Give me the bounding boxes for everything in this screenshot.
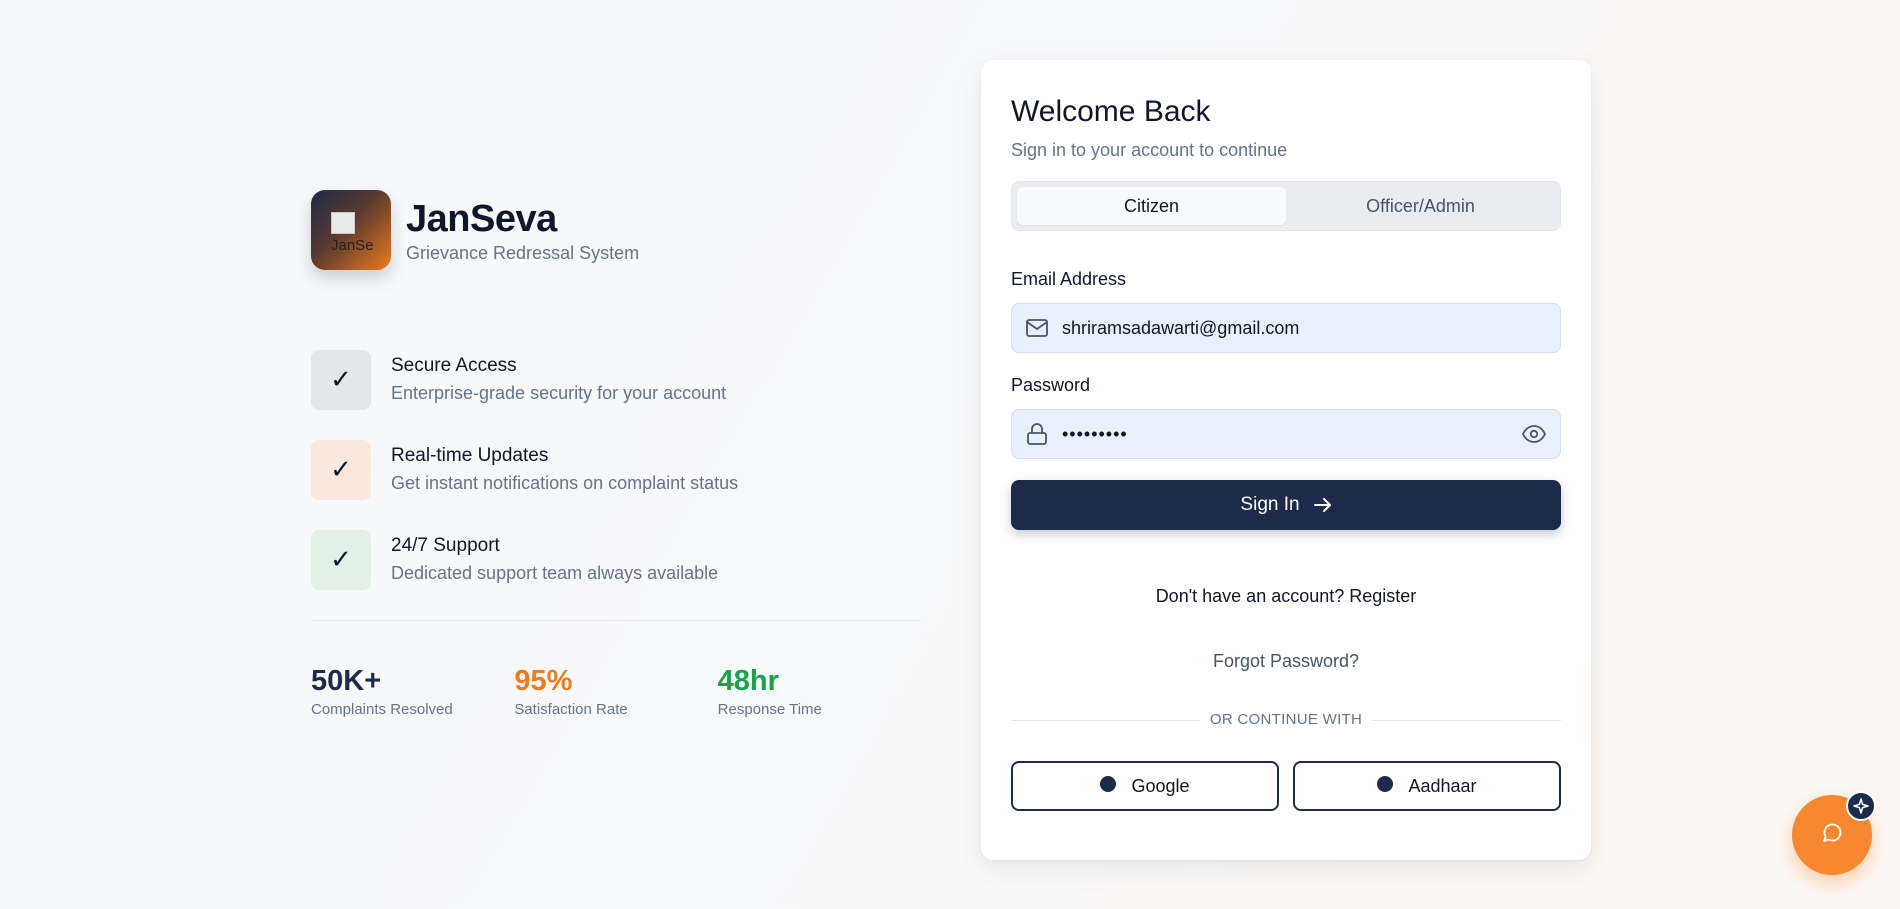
brand-title: JanSeva bbox=[406, 197, 557, 240]
aadhaar-icon bbox=[1377, 776, 1394, 792]
tab-citizen[interactable]: Citizen bbox=[1017, 187, 1286, 225]
feature-title: Secure Access bbox=[391, 355, 517, 376]
password-field[interactable]: ••••••••• bbox=[1011, 409, 1561, 459]
feature-title: 24/7 Support bbox=[391, 535, 500, 556]
login-subtitle: Sign in to your account to continue bbox=[1011, 140, 1288, 160]
social-login-row: Google Aadhaar bbox=[1011, 761, 1561, 811]
stat-label: Response Time bbox=[717, 701, 822, 718]
eye-icon[interactable] bbox=[1522, 424, 1546, 449]
or-continue-text: OR CONTINUE WITH bbox=[1199, 711, 1373, 728]
feature-list: ✓ Secure Access Enterprise-grade securit… bbox=[311, 350, 921, 590]
chat-icon bbox=[1821, 822, 1843, 849]
feature-description: Get instant notifications on complaint s… bbox=[391, 473, 739, 493]
brand-text: JanSeva Grievance Redressal System bbox=[406, 197, 639, 264]
forgot-password-link[interactable]: Forgot Password? bbox=[1011, 651, 1561, 672]
email-field[interactable]: shriramsadawarti@gmail.com bbox=[1011, 303, 1561, 353]
stat-value: 50K+ bbox=[311, 665, 382, 697]
password-value[interactable]: ••••••••• bbox=[1062, 424, 1128, 445]
register-link[interactable]: Don't have an account? Register bbox=[1011, 586, 1561, 607]
sign-in-label: Sign In bbox=[1240, 494, 1300, 515]
brand-subtitle: Grievance Redressal System bbox=[406, 242, 640, 263]
stat-complaints-resolved: 50K+ Complaints Resolved bbox=[311, 665, 514, 718]
stat-satisfaction-rate: 95% Satisfaction Rate bbox=[514, 665, 717, 718]
feature-title: Real-time Updates bbox=[391, 445, 549, 466]
lock-icon bbox=[1026, 423, 1048, 445]
stats-row: 50K+ Complaints Resolved 95% Satisfactio… bbox=[311, 665, 921, 718]
divider bbox=[311, 620, 921, 621]
google-icon bbox=[1100, 776, 1117, 792]
arrow-right-icon bbox=[1313, 497, 1332, 513]
brand-panel: JanSeva JanSeva Grievance Redressal Syst… bbox=[311, 190, 921, 718]
mail-icon bbox=[1026, 317, 1048, 339]
feature-description: Enterprise-grade security for your accou… bbox=[391, 383, 727, 403]
brand-header: JanSeva JanSeva Grievance Redressal Syst… bbox=[311, 190, 921, 270]
role-tabs: Citizen Officer/Admin bbox=[1011, 181, 1561, 231]
stat-label: Satisfaction Rate bbox=[514, 701, 628, 718]
broken-image-icon bbox=[331, 212, 355, 234]
check-icon: ✓ bbox=[311, 530, 371, 590]
stat-value: 95% bbox=[514, 665, 573, 697]
feature-secure-access: ✓ Secure Access Enterprise-grade securit… bbox=[311, 350, 921, 410]
logo: JanSeva bbox=[311, 190, 391, 270]
or-divider: OR CONTINUE WITH bbox=[1011, 710, 1561, 730]
logo-alt-text: JanSeva bbox=[331, 237, 373, 250]
stat-response-time: 48hr Response Time bbox=[718, 665, 921, 718]
feature-realtime-updates: ✓ Real-time Updates Get instant notifica… bbox=[311, 440, 921, 500]
login-title: Welcome Back bbox=[1011, 95, 1211, 128]
google-button[interactable]: Google bbox=[1011, 761, 1279, 811]
feature-description: Dedicated support team always available bbox=[391, 563, 719, 583]
stat-value: 48hr bbox=[717, 665, 779, 697]
sign-in-button[interactable]: Sign In bbox=[1011, 480, 1561, 530]
password-label: Password bbox=[1011, 375, 1091, 395]
aadhaar-button[interactable]: Aadhaar bbox=[1293, 761, 1561, 811]
email-label: Email Address bbox=[1011, 269, 1127, 289]
sparkle-icon bbox=[1846, 791, 1876, 821]
tab-officer-admin[interactable]: Officer/Admin bbox=[1286, 187, 1555, 225]
check-icon: ✓ bbox=[311, 440, 371, 500]
stat-label: Complaints Resolved bbox=[311, 701, 453, 718]
check-icon: ✓ bbox=[311, 350, 371, 410]
feature-support: ✓ 24/7 Support Dedicated support team al… bbox=[311, 530, 921, 590]
aadhaar-label: Aadhaar bbox=[1408, 775, 1477, 796]
email-value[interactable]: shriramsadawarti@gmail.com bbox=[1062, 318, 1299, 339]
login-card: Welcome Back Sign in to your account to … bbox=[981, 60, 1591, 860]
google-label: Google bbox=[1131, 775, 1190, 796]
